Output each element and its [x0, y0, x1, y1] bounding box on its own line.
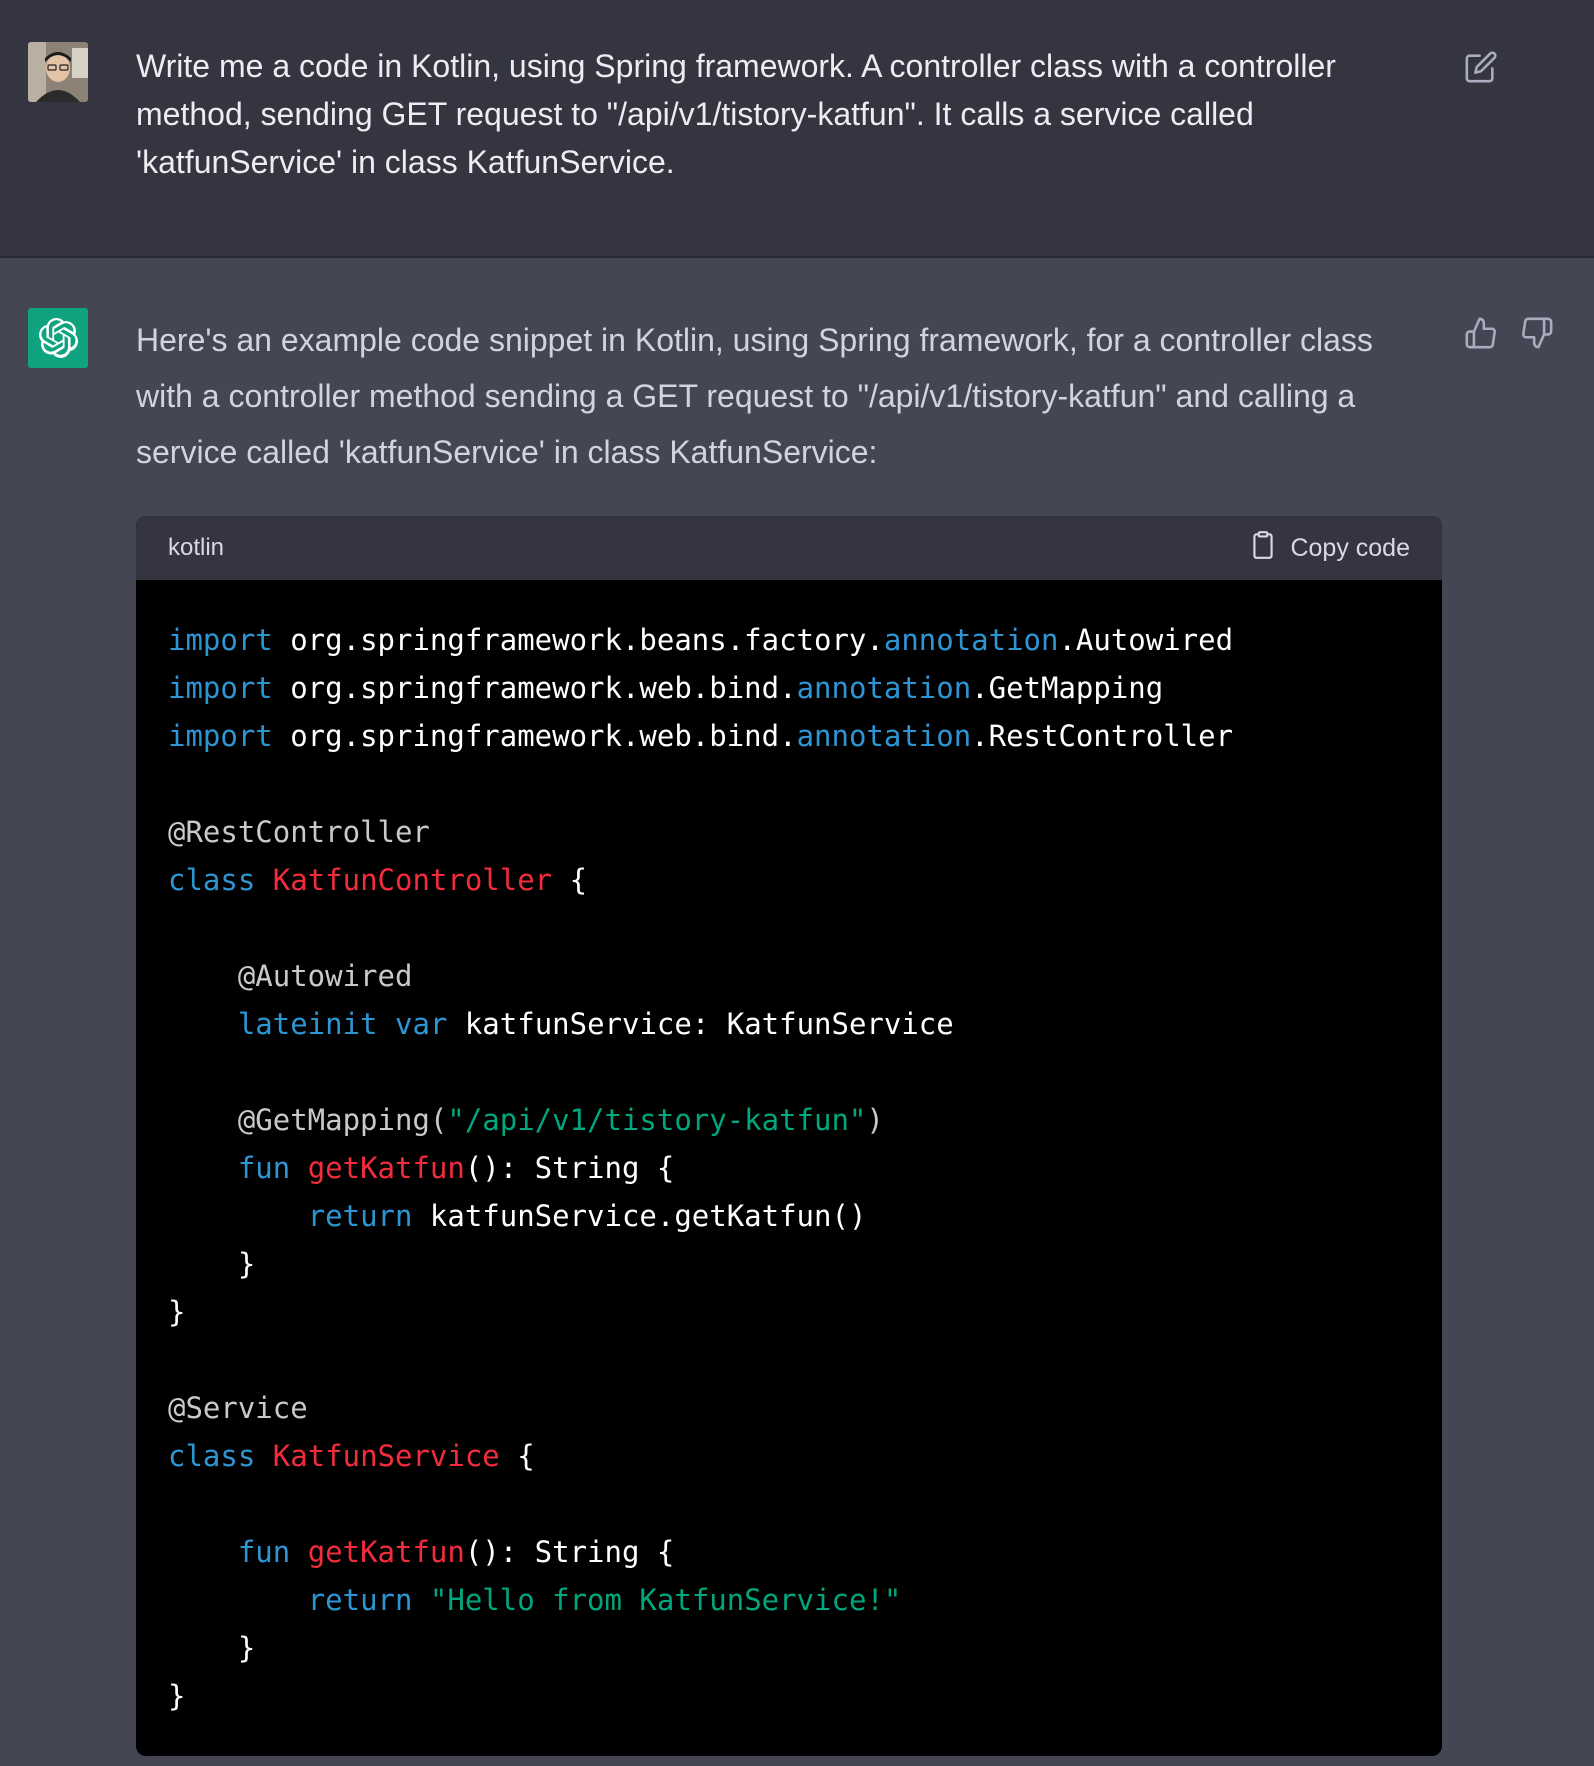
code-line: import org.springframework.web.bind.anno…	[168, 664, 1410, 712]
copy-code-button[interactable]: Copy code	[1250, 530, 1410, 567]
code-token: lateinit	[237, 1007, 378, 1041]
code-token: return	[307, 1199, 413, 1233]
code-token: }	[168, 1631, 256, 1665]
code-token: org.springframework.web.bind.	[272, 719, 797, 753]
code-token: }	[168, 1295, 186, 1329]
code-token: .GetMapping	[971, 671, 1164, 705]
code-token: annotation	[796, 671, 972, 705]
edit-icon[interactable]	[1464, 50, 1498, 84]
code-token: {	[499, 1439, 535, 1473]
code-line: @GetMapping("/api/v1/tistory-katfun")	[168, 1096, 1410, 1144]
code-block: kotlin Copy code import org.springframew…	[136, 516, 1442, 1756]
code-token: annotation	[796, 719, 972, 753]
code-token: org.springframework.web.bind.	[272, 671, 797, 705]
code-token: (): String {	[464, 1535, 675, 1569]
code-token: .RestController	[971, 719, 1234, 753]
code-token: annotation	[883, 623, 1059, 657]
thumbs-up-icon[interactable]	[1464, 316, 1498, 350]
code-token: import	[168, 623, 273, 657]
code-token: katfunService: KatfunService	[447, 1007, 954, 1041]
code-token: var	[395, 1007, 448, 1041]
thumbs-down-icon[interactable]	[1520, 316, 1554, 350]
code-line: }	[168, 1672, 1410, 1720]
code-line: return "Hello from KatfunService!"	[168, 1576, 1410, 1624]
user-message-text: Write me a code in Kotlin, using Spring …	[136, 48, 1336, 180]
code-token: KatfunService	[272, 1439, 500, 1473]
code-line: @Service	[168, 1384, 1410, 1432]
code-token: .Autowired	[1058, 623, 1234, 657]
code-token: }	[168, 1679, 186, 1713]
assistant-message: Here's an example code snippet in Kotlin…	[0, 258, 1594, 1766]
code-token: "Hello from KatfunService!"	[429, 1583, 902, 1617]
code-token: KatfunController	[272, 863, 553, 897]
code-token: }	[168, 1247, 256, 1281]
code-line: import org.springframework.beans.factory…	[168, 616, 1410, 664]
code-token: fun	[237, 1151, 291, 1185]
code-line: fun getKatfun(): String {	[168, 1144, 1410, 1192]
code-token: return	[307, 1583, 413, 1617]
clipboard-icon	[1250, 530, 1276, 567]
code-line: }	[168, 1240, 1410, 1288]
user-message: Write me a code in Kotlin, using Spring …	[0, 0, 1594, 258]
code-line: class KatfunController {	[168, 856, 1410, 904]
code-token: @RestController	[168, 815, 430, 849]
code-content: import org.springframework.beans.factory…	[136, 580, 1442, 1750]
code-line: @Autowired	[168, 952, 1410, 1000]
code-block-header: kotlin Copy code	[136, 516, 1442, 580]
code-line: import org.springframework.web.bind.anno…	[168, 712, 1410, 760]
user-avatar	[28, 42, 88, 102]
code-token: katfunService.getKatfun()	[412, 1199, 867, 1233]
code-token: org.springframework.beans.factory.	[272, 623, 884, 657]
code-token: fun	[237, 1535, 291, 1569]
code-token: )	[866, 1103, 884, 1137]
copy-code-label: Copy code	[1290, 533, 1410, 562]
code-line: }	[168, 1624, 1410, 1672]
code-line: }	[168, 1288, 1410, 1336]
openai-logo-icon	[28, 308, 88, 368]
code-token: import	[168, 671, 273, 705]
code-token: getKatfun	[307, 1151, 465, 1185]
code-token: class	[168, 1439, 256, 1473]
code-token: class	[168, 863, 256, 897]
code-language-label: kotlin	[168, 534, 225, 561]
code-line: @RestController	[168, 808, 1410, 856]
code-token: @GetMapping(	[168, 1103, 448, 1137]
code-token: "/api/v1/tistory-katfun"	[447, 1103, 867, 1137]
code-token: getKatfun	[307, 1535, 465, 1569]
code-token: import	[168, 719, 273, 753]
chat-thread: Write me a code in Kotlin, using Spring …	[0, 0, 1594, 1766]
code-line: return katfunService.getKatfun()	[168, 1192, 1410, 1240]
code-line: fun getKatfun(): String {	[168, 1528, 1410, 1576]
assistant-intro-text: Here's an example code snippet in Kotlin…	[136, 322, 1373, 470]
code-token: (): String {	[464, 1151, 675, 1185]
code-token: @Autowired	[168, 959, 413, 993]
code-line: class KatfunService {	[168, 1432, 1410, 1480]
code-token: @Service	[168, 1391, 308, 1425]
code-token: {	[552, 863, 588, 897]
code-line: lateinit var katfunService: KatfunServic…	[168, 1000, 1410, 1048]
